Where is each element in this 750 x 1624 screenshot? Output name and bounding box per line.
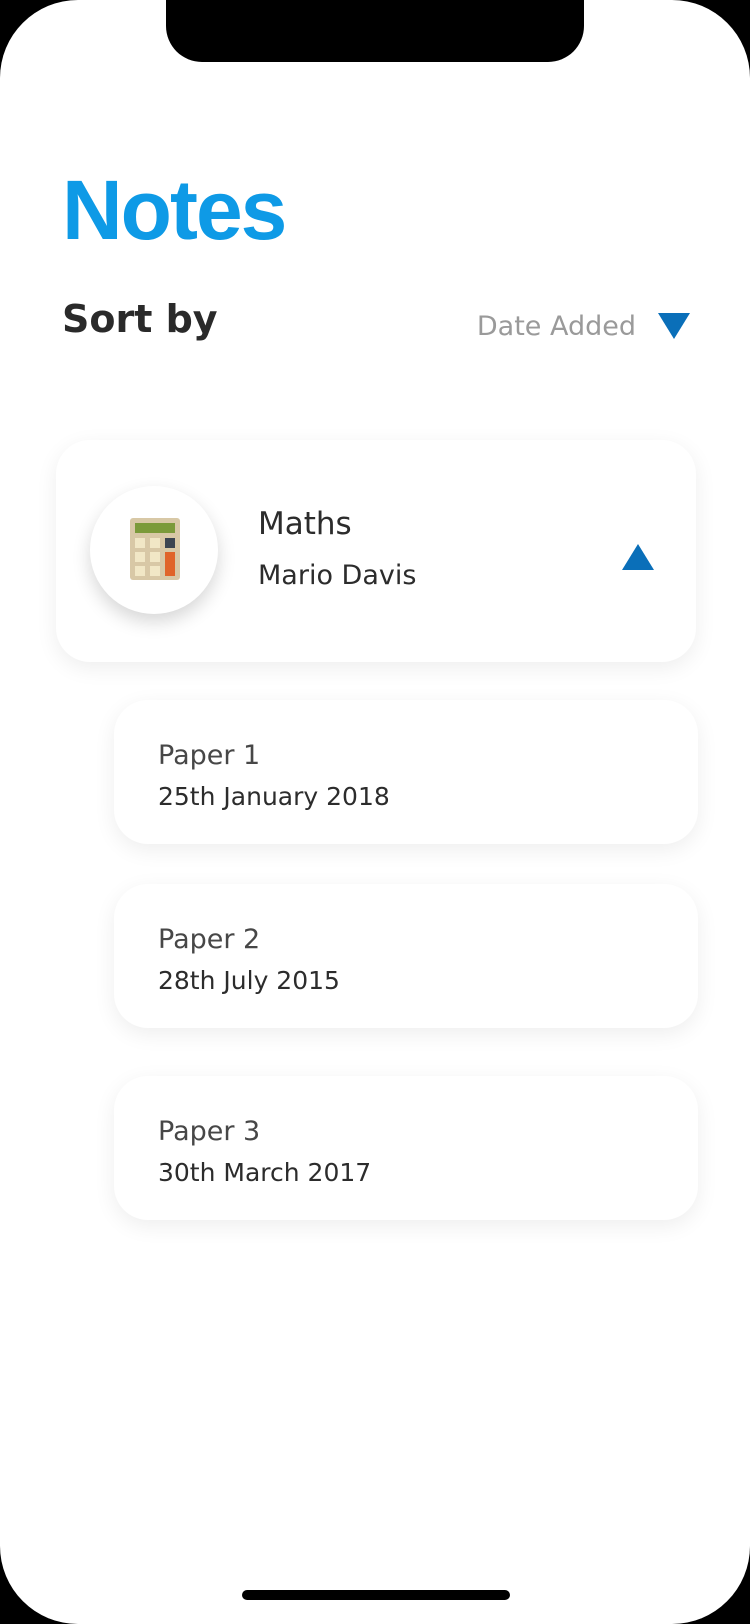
sort-dropdown[interactable]: Date Added: [477, 304, 690, 348]
calculator-icon: [130, 518, 180, 580]
device-notch: [166, 0, 584, 62]
home-indicator[interactable]: [242, 1590, 510, 1600]
page-title: Notes: [62, 163, 287, 257]
triangle-up-icon[interactable]: [622, 544, 654, 570]
sort-value: Date Added: [476, 310, 636, 342]
subject-card-maths[interactable]: Maths Mario Davis: [56, 440, 696, 662]
subject-name: Maths: [258, 506, 352, 542]
paper-date: 30th March 2017: [158, 1158, 372, 1187]
paper-title: Paper 3: [158, 1116, 261, 1147]
sort-label: Sort by: [62, 297, 218, 341]
subject-teacher: Mario Davis: [258, 560, 417, 591]
paper-card[interactable]: Paper 3 30th March 2017: [114, 1076, 698, 1220]
subject-avatar: [90, 486, 218, 614]
paper-title: Paper 2: [158, 924, 261, 955]
paper-title: Paper 1: [158, 740, 261, 771]
paper-card[interactable]: Paper 2 28th July 2015: [114, 884, 698, 1028]
phone-screen: Notes Sort by Date Added Maths Mario Dav…: [0, 0, 750, 1624]
paper-date: 28th July 2015: [158, 966, 340, 995]
triangle-down-icon: [658, 313, 690, 339]
paper-card[interactable]: Paper 1 25th January 2018: [114, 700, 698, 844]
paper-date: 25th January 2018: [158, 782, 390, 811]
